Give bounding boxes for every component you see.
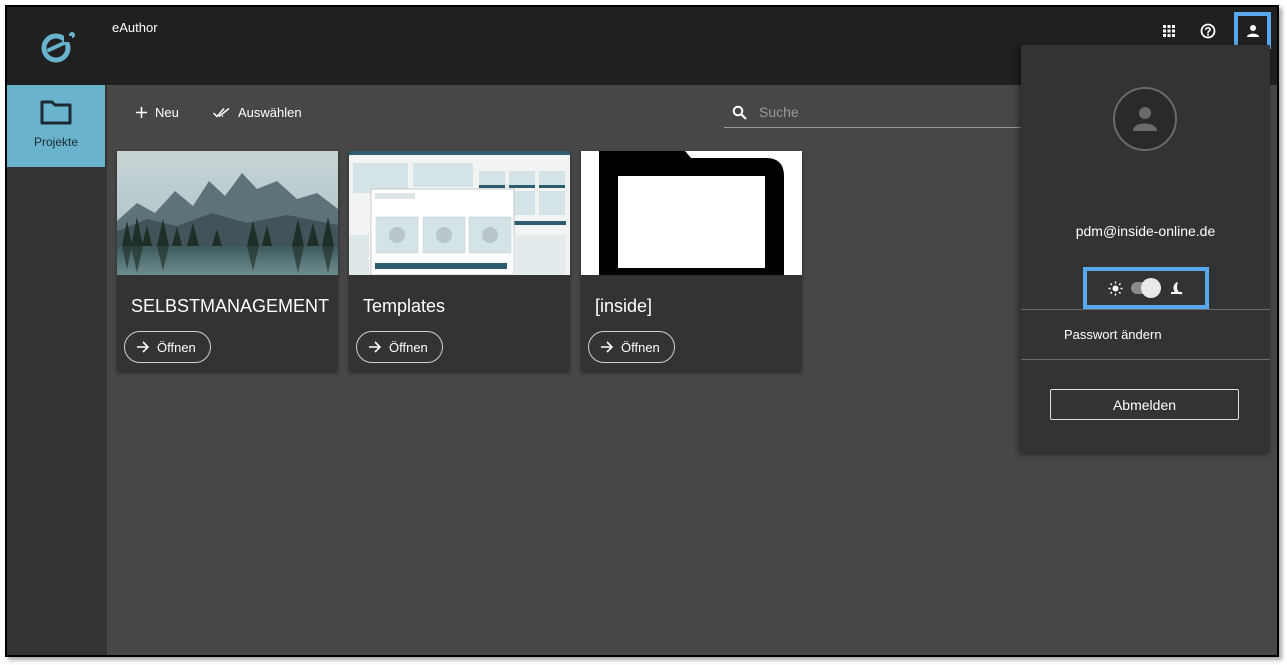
folder-outline-image: [581, 151, 802, 275]
open-project-button[interactable]: Öffnen: [356, 331, 443, 363]
search-input[interactable]: [759, 104, 1009, 120]
project-card[interactable]: SELBSTMANAGEMENT Öffnen: [117, 151, 338, 371]
app-window: eAuthor Projekte Neu Auswählen Suche SEL…: [5, 5, 1279, 657]
arrow-right-icon: [369, 341, 381, 353]
divider: [1021, 359, 1270, 360]
apps-button[interactable]: [1153, 15, 1185, 47]
toggle-switch[interactable]: [1131, 278, 1161, 298]
open-project-button[interactable]: Öffnen: [124, 331, 211, 363]
user-icon: [1246, 24, 1259, 37]
sun-icon: [1108, 281, 1123, 295]
new-button-label: Neu: [155, 104, 179, 120]
folder-icon: [40, 100, 72, 125]
user-account-button[interactable]: [1234, 12, 1271, 49]
sidebar: Projekte: [7, 85, 107, 655]
double-check-icon: [213, 107, 230, 118]
open-project-button[interactable]: Öffnen: [588, 331, 675, 363]
open-button-label: Öffnen: [157, 339, 196, 355]
apps-grid-icon: [1163, 25, 1175, 37]
user-icon: [1133, 107, 1157, 131]
avatar: [1113, 87, 1177, 151]
open-button-label: Öffnen: [389, 339, 428, 355]
change-password-link[interactable]: Passwort ändern: [1064, 327, 1162, 342]
eauthor-logo-icon: [41, 32, 75, 63]
select-button[interactable]: Auswählen: [213, 102, 302, 122]
help-button[interactable]: [1192, 15, 1224, 47]
project-card[interactable]: [inside] Öffnen: [581, 151, 802, 371]
app-title: eAuthor: [112, 20, 158, 35]
project-card[interactable]: Templates Öffnen: [349, 151, 570, 371]
new-button[interactable]: Neu: [136, 102, 179, 122]
open-button-label: Öffnen: [621, 339, 660, 355]
project-title: SELBSTMANAGEMENT: [131, 296, 330, 316]
plus-icon: [136, 106, 147, 118]
arrow-right-icon: [601, 341, 613, 353]
user-menu: pdm@inside-online.de Passwort ändern Abm…: [1021, 45, 1270, 452]
sidebar-item-projekte[interactable]: Projekte: [7, 85, 105, 167]
search-icon: [732, 105, 747, 120]
theme-toggle[interactable]: [1083, 267, 1209, 309]
user-email: pdm@inside-online.de: [1075, 223, 1216, 239]
mountain-lake-image: [117, 151, 338, 275]
divider: [1021, 309, 1270, 310]
project-title: [inside]: [595, 296, 653, 316]
help-icon: [1200, 23, 1216, 39]
select-button-label: Auswählen: [238, 104, 302, 120]
logout-button[interactable]: Abmelden: [1050, 389, 1239, 420]
moon-icon: [1171, 281, 1183, 294]
search-box: [724, 97, 1034, 128]
arrow-right-icon: [137, 341, 149, 353]
project-title: Templates: [363, 296, 446, 316]
toggle-knob[interactable]: [1141, 278, 1161, 298]
logo[interactable]: [7, 7, 107, 85]
template-preview-image: [349, 151, 570, 275]
sidebar-item-label: Projekte: [33, 135, 79, 149]
